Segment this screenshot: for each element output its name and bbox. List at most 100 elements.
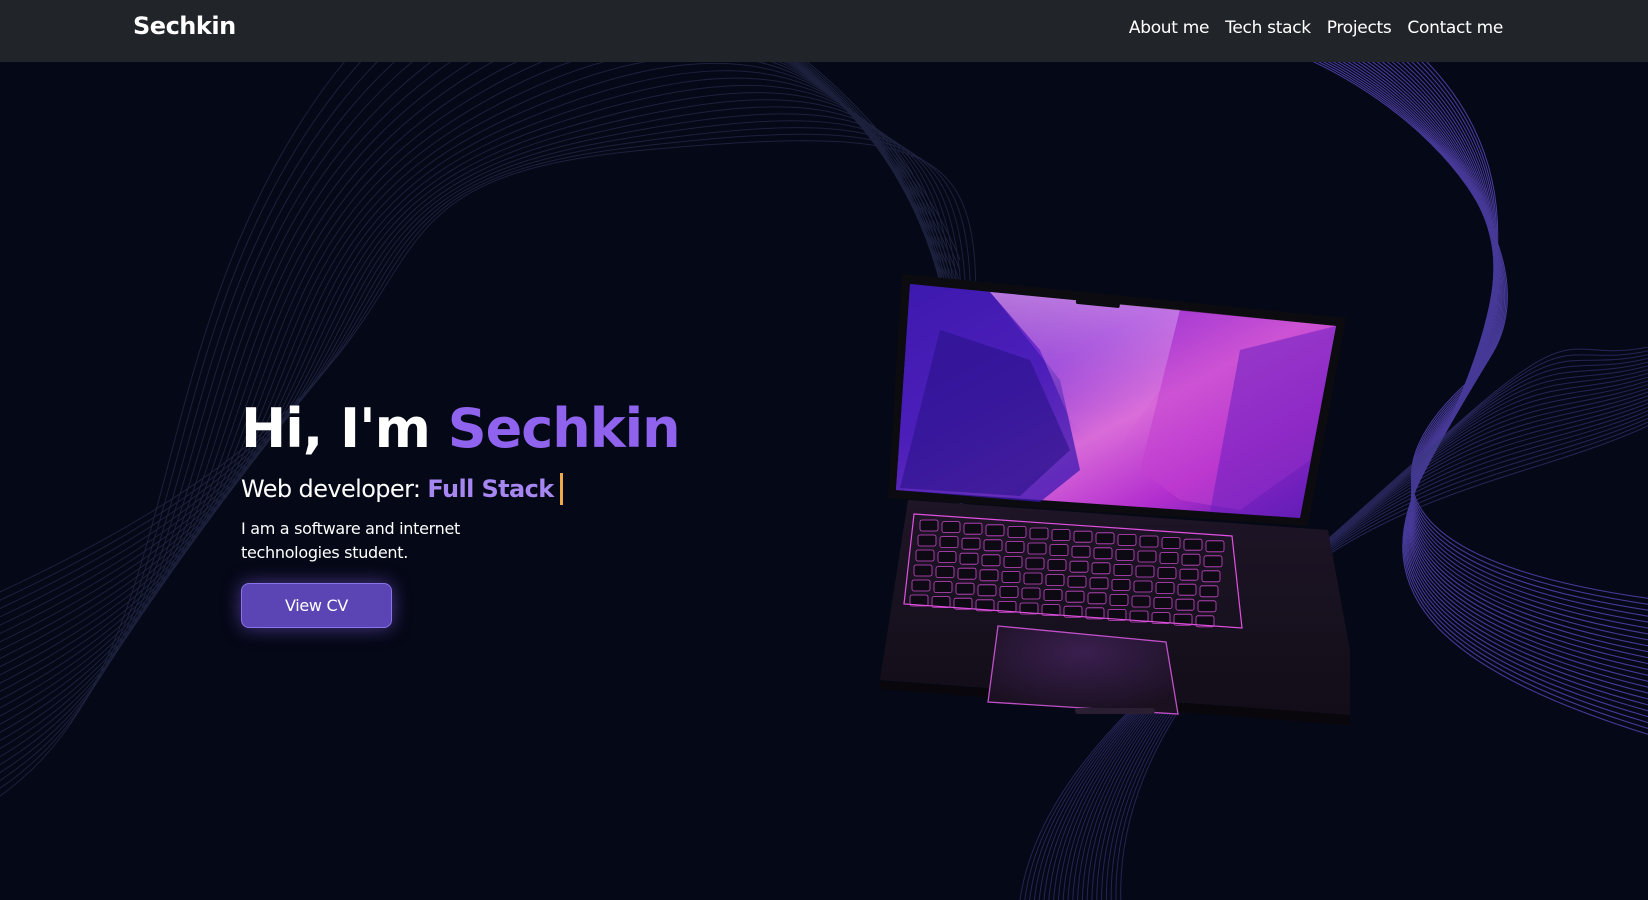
keyboard-key: [917, 534, 937, 547]
keyboard-key: [1091, 562, 1111, 575]
wave-line: [1344, 59, 1648, 641]
keyboard-key: [1023, 572, 1043, 585]
wave-line: [0, 33, 961, 717]
keyboard-key: [963, 522, 983, 535]
hero-name: Sechkin: [447, 397, 681, 460]
keyboard-key: [1007, 526, 1027, 538]
hero-role: Web developer: Full Stack: [241, 473, 861, 505]
keyboard-key: [1025, 557, 1045, 570]
keyboard-key: [1131, 595, 1151, 608]
keyboard-key: [1001, 571, 1021, 583]
keyboard-key: [935, 566, 955, 578]
keyboard-key: [913, 564, 933, 577]
wave-line: [1354, 59, 1648, 653]
keyboard-key: [1203, 555, 1223, 568]
hero-section: Hi, I'm Sechkin Web developer: Full Stac…: [241, 396, 861, 628]
keyboard-key: [979, 569, 999, 582]
role-prefix: Web developer:: [241, 475, 421, 503]
keyboard-key: [1159, 552, 1179, 564]
nav-link-tech-stack[interactable]: Tech stack: [1225, 18, 1311, 38]
wave-line: [0, 0, 961, 757]
keyboard-key: [1113, 564, 1133, 576]
wave-line: [0, 18, 961, 733]
keyboard-key: [1087, 592, 1107, 605]
keyboard-key: [961, 537, 981, 550]
page: Sechkin About me Tech stack Projects Con…: [0, 0, 1648, 900]
keyboard-key: [1139, 535, 1159, 548]
wave-line: [1364, 59, 1648, 665]
brand-logo[interactable]: Sechkin: [133, 12, 236, 40]
typing-caret: [559, 473, 563, 505]
keyboard-key: [1175, 598, 1195, 611]
keyboard-key: [1067, 575, 1087, 588]
wave-line: [1349, 59, 1648, 647]
nav-link-contact[interactable]: Contact me: [1407, 18, 1503, 38]
keyboard-key: [1027, 542, 1047, 555]
wave-line: [1394, 59, 1648, 700]
keyboard-key: [1157, 567, 1177, 579]
keyboard-key: [1051, 529, 1071, 542]
view-cv-button[interactable]: View CV: [241, 583, 392, 628]
laptop-illustration: [880, 274, 1350, 726]
nav-link-about[interactable]: About me: [1129, 18, 1210, 38]
navbar: Sechkin About me Tech stack Projects Con…: [0, 0, 1648, 62]
keyboard-key: [1043, 589, 1063, 601]
keyboard-key: [985, 524, 1005, 537]
keyboard-key: [937, 551, 957, 564]
keyboard-key: [1201, 570, 1221, 583]
keyboard-key: [1005, 540, 1025, 553]
wave-line: [1403, 59, 1648, 729]
keyboard-key: [1115, 548, 1135, 561]
keyboard-key: [1029, 527, 1049, 540]
keyboard-key: [1047, 559, 1067, 571]
keyboard-key: [1093, 547, 1113, 560]
nav-link-projects[interactable]: Projects: [1327, 18, 1392, 38]
keyboard-key: [1117, 533, 1137, 546]
keyboard-key: [981, 554, 1001, 567]
keyboard-key: [915, 549, 935, 562]
wave-line: [0, 2, 961, 749]
keyboard-key: [911, 579, 931, 592]
keyboard-key: [1109, 594, 1129, 606]
wave-line: [1369, 59, 1648, 670]
role-highlight: Full Stack: [427, 475, 554, 503]
keyboard-key: [933, 581, 953, 593]
wave-line: [0, 0, 961, 765]
nav-links: About me Tech stack Projects Contact me: [1129, 18, 1503, 38]
keyboard-key: [1065, 590, 1085, 603]
keyboard-key: [1135, 565, 1155, 578]
keyboard-key: [957, 567, 977, 580]
keyboard-key: [1153, 597, 1173, 609]
keyboard-key: [941, 521, 961, 534]
keyboard-key: [1161, 537, 1181, 550]
hero-greeting: Hi, I'm: [241, 397, 431, 460]
keyboard-key: [1199, 585, 1219, 598]
keyboard-key: [1095, 532, 1115, 545]
keyboard-key: [1133, 580, 1153, 593]
hero-heading: Hi, I'm Sechkin: [241, 396, 861, 462]
keyboard-key: [1021, 587, 1041, 600]
wave-line: [0, 25, 961, 725]
keyboard-key: [1071, 545, 1091, 558]
keyboard-key: [955, 582, 975, 595]
keyboard-key: [1111, 579, 1131, 591]
keyboard-key: [1183, 538, 1203, 551]
keyboard-key: [1045, 574, 1065, 586]
wave-line: [1399, 59, 1648, 706]
keyboard-key: [1073, 530, 1093, 543]
keyboard-key: [1069, 560, 1089, 573]
keyboard-key: [959, 552, 979, 565]
keyboard-key: [1181, 553, 1201, 566]
keyboard-key: [1179, 568, 1199, 581]
keyboard-key: [1155, 582, 1175, 594]
keyboard-key: [939, 536, 959, 549]
keyboard-key: [1137, 550, 1157, 563]
keyboard-key: [999, 586, 1019, 598]
hero-description: I am a software and internet technologie…: [241, 519, 461, 562]
keyboard-key: [1089, 577, 1109, 590]
keyboard-key: [1177, 583, 1197, 596]
keyboard-key: [1049, 544, 1069, 557]
keyboard-key: [1205, 540, 1225, 553]
keyboard-key: [1197, 600, 1217, 613]
keyboard-key: [983, 539, 1003, 552]
